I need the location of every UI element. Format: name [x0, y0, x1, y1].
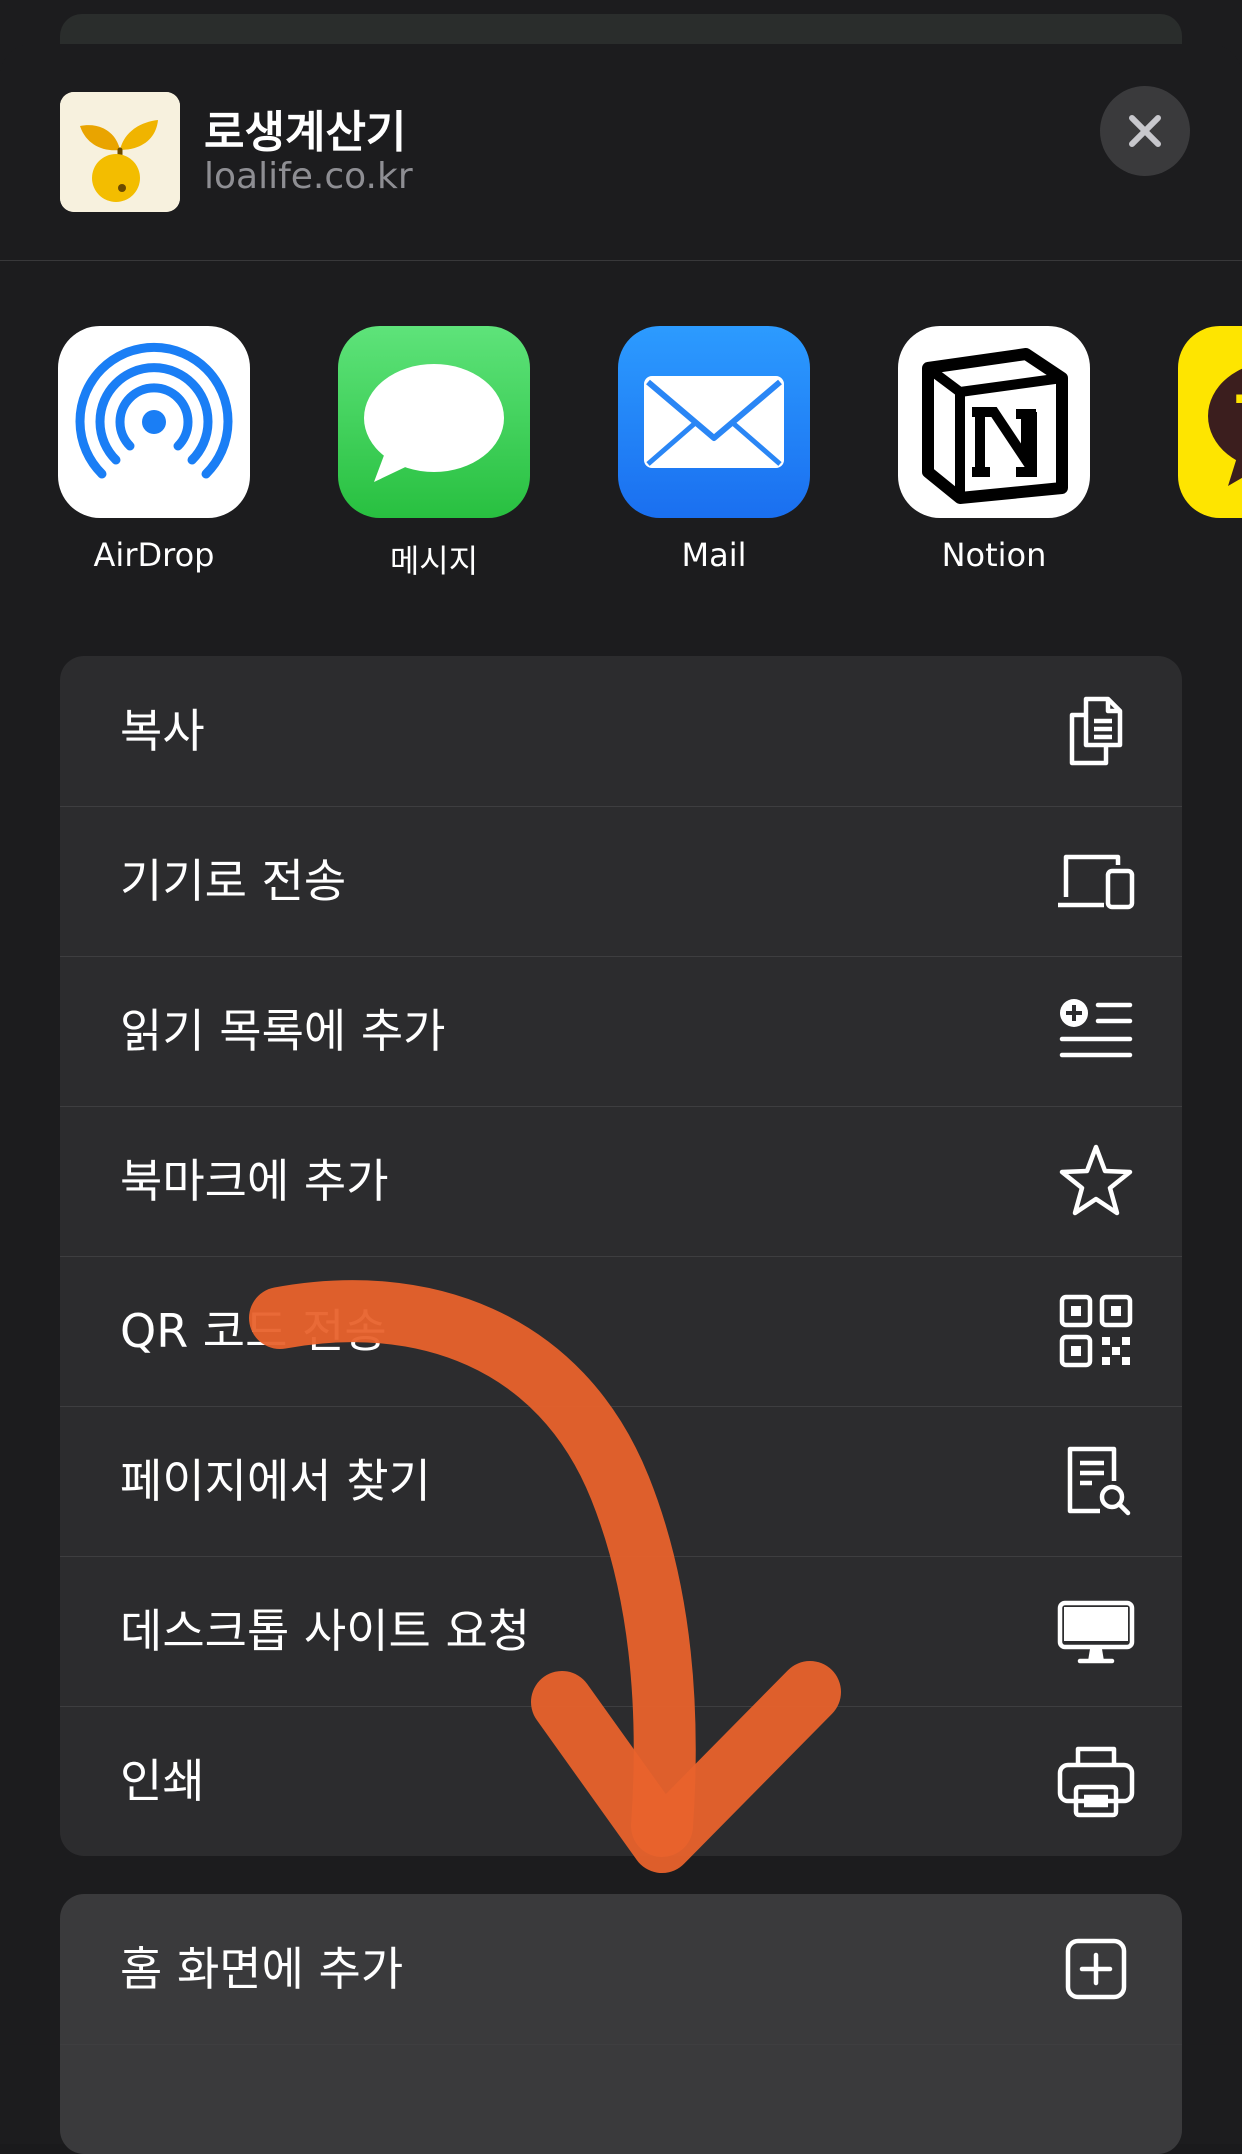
svg-text:T: T — [1236, 383, 1242, 453]
share-sheet: 로생계산기 loalife.co.kr AirDrop 메시지 Mail Not… — [0, 44, 1242, 2154]
app-mail[interactable]: Mail — [618, 326, 810, 574]
airdrop-icon — [58, 326, 250, 518]
action-label: 홈 화면에 추가 — [120, 1942, 404, 1996]
action-label: QR 코드 전송 — [120, 1304, 387, 1358]
app-kakaotalk[interactable]: T 카 — [1178, 326, 1242, 518]
reading-list-icon — [1056, 991, 1136, 1071]
action-label: 읽기 목록에 추가 — [120, 1004, 446, 1058]
mail-icon — [618, 326, 810, 518]
action-print[interactable]: 인쇄 — [60, 1706, 1182, 1856]
action-copy[interactable]: 복사 — [60, 656, 1182, 806]
action-add-bookmark[interactable]: 북마크에 추가 — [60, 1106, 1182, 1256]
site-title: 로생계산기 — [204, 107, 407, 158]
find-in-page-icon — [1056, 1441, 1136, 1521]
action-label: 인쇄 — [120, 1754, 205, 1808]
action-label: 기기로 전송 — [120, 854, 347, 908]
app-label: 카 — [1138, 536, 1242, 582]
site-url: loalife.co.kr — [204, 156, 413, 197]
app-label: Notion — [941, 536, 1047, 574]
star-icon — [1056, 1141, 1136, 1221]
action-label: 데스크톱 사이트 요청 — [120, 1604, 531, 1658]
sprout-icon — [60, 92, 180, 212]
app-label: AirDrop — [93, 536, 215, 574]
action-add-to-home-screen[interactable]: 홈 화면에 추가 — [60, 1894, 1182, 2044]
action-send-to-device[interactable]: 기기로 전송 — [60, 806, 1182, 956]
home-screen-group: 홈 화면에 추가 — [60, 1894, 1182, 2154]
add-square-icon — [1056, 1929, 1136, 2009]
qr-code-icon — [1056, 1291, 1136, 1371]
app-label: 메시지 — [389, 542, 479, 580]
app-messages[interactable]: 메시지 — [338, 326, 530, 580]
devices-icon — [1056, 841, 1136, 921]
messages-icon — [338, 326, 530, 518]
notion-icon — [898, 326, 1090, 518]
action-qr-code[interactable]: QR 코드 전송 — [60, 1256, 1182, 1406]
action-label: 북마크에 추가 — [120, 1154, 389, 1208]
printer-icon — [1056, 1741, 1136, 1821]
next-action-row[interactable] — [60, 2044, 1182, 2154]
kakaotalk-icon: T — [1178, 326, 1242, 518]
close-button[interactable] — [1100, 86, 1190, 176]
action-find-in-page[interactable]: 페이지에서 찾기 — [60, 1406, 1182, 1556]
desktop-icon — [1056, 1591, 1136, 1671]
action-label: 복사 — [120, 704, 205, 758]
copy-icon — [1056, 691, 1136, 771]
close-icon — [1129, 115, 1161, 147]
share-sheet-header: 로생계산기 loalife.co.kr — [0, 44, 1242, 261]
action-add-reading-list[interactable]: 읽기 목록에 추가 — [60, 956, 1182, 1106]
app-label: Mail — [681, 536, 747, 574]
app-share-row: AirDrop 메시지 Mail Notion — [0, 326, 1242, 626]
app-airdrop[interactable]: AirDrop — [58, 326, 250, 574]
app-notion[interactable]: Notion — [898, 326, 1090, 574]
actions-list: 복사 기기로 전송 읽기 목록에 추가 북마크에 추가 QR 코드 전송 페이지… — [60, 656, 1182, 1856]
action-label: 페이지에서 찾기 — [120, 1454, 431, 1508]
action-request-desktop-site[interactable]: 데스크톱 사이트 요청 — [60, 1556, 1182, 1706]
